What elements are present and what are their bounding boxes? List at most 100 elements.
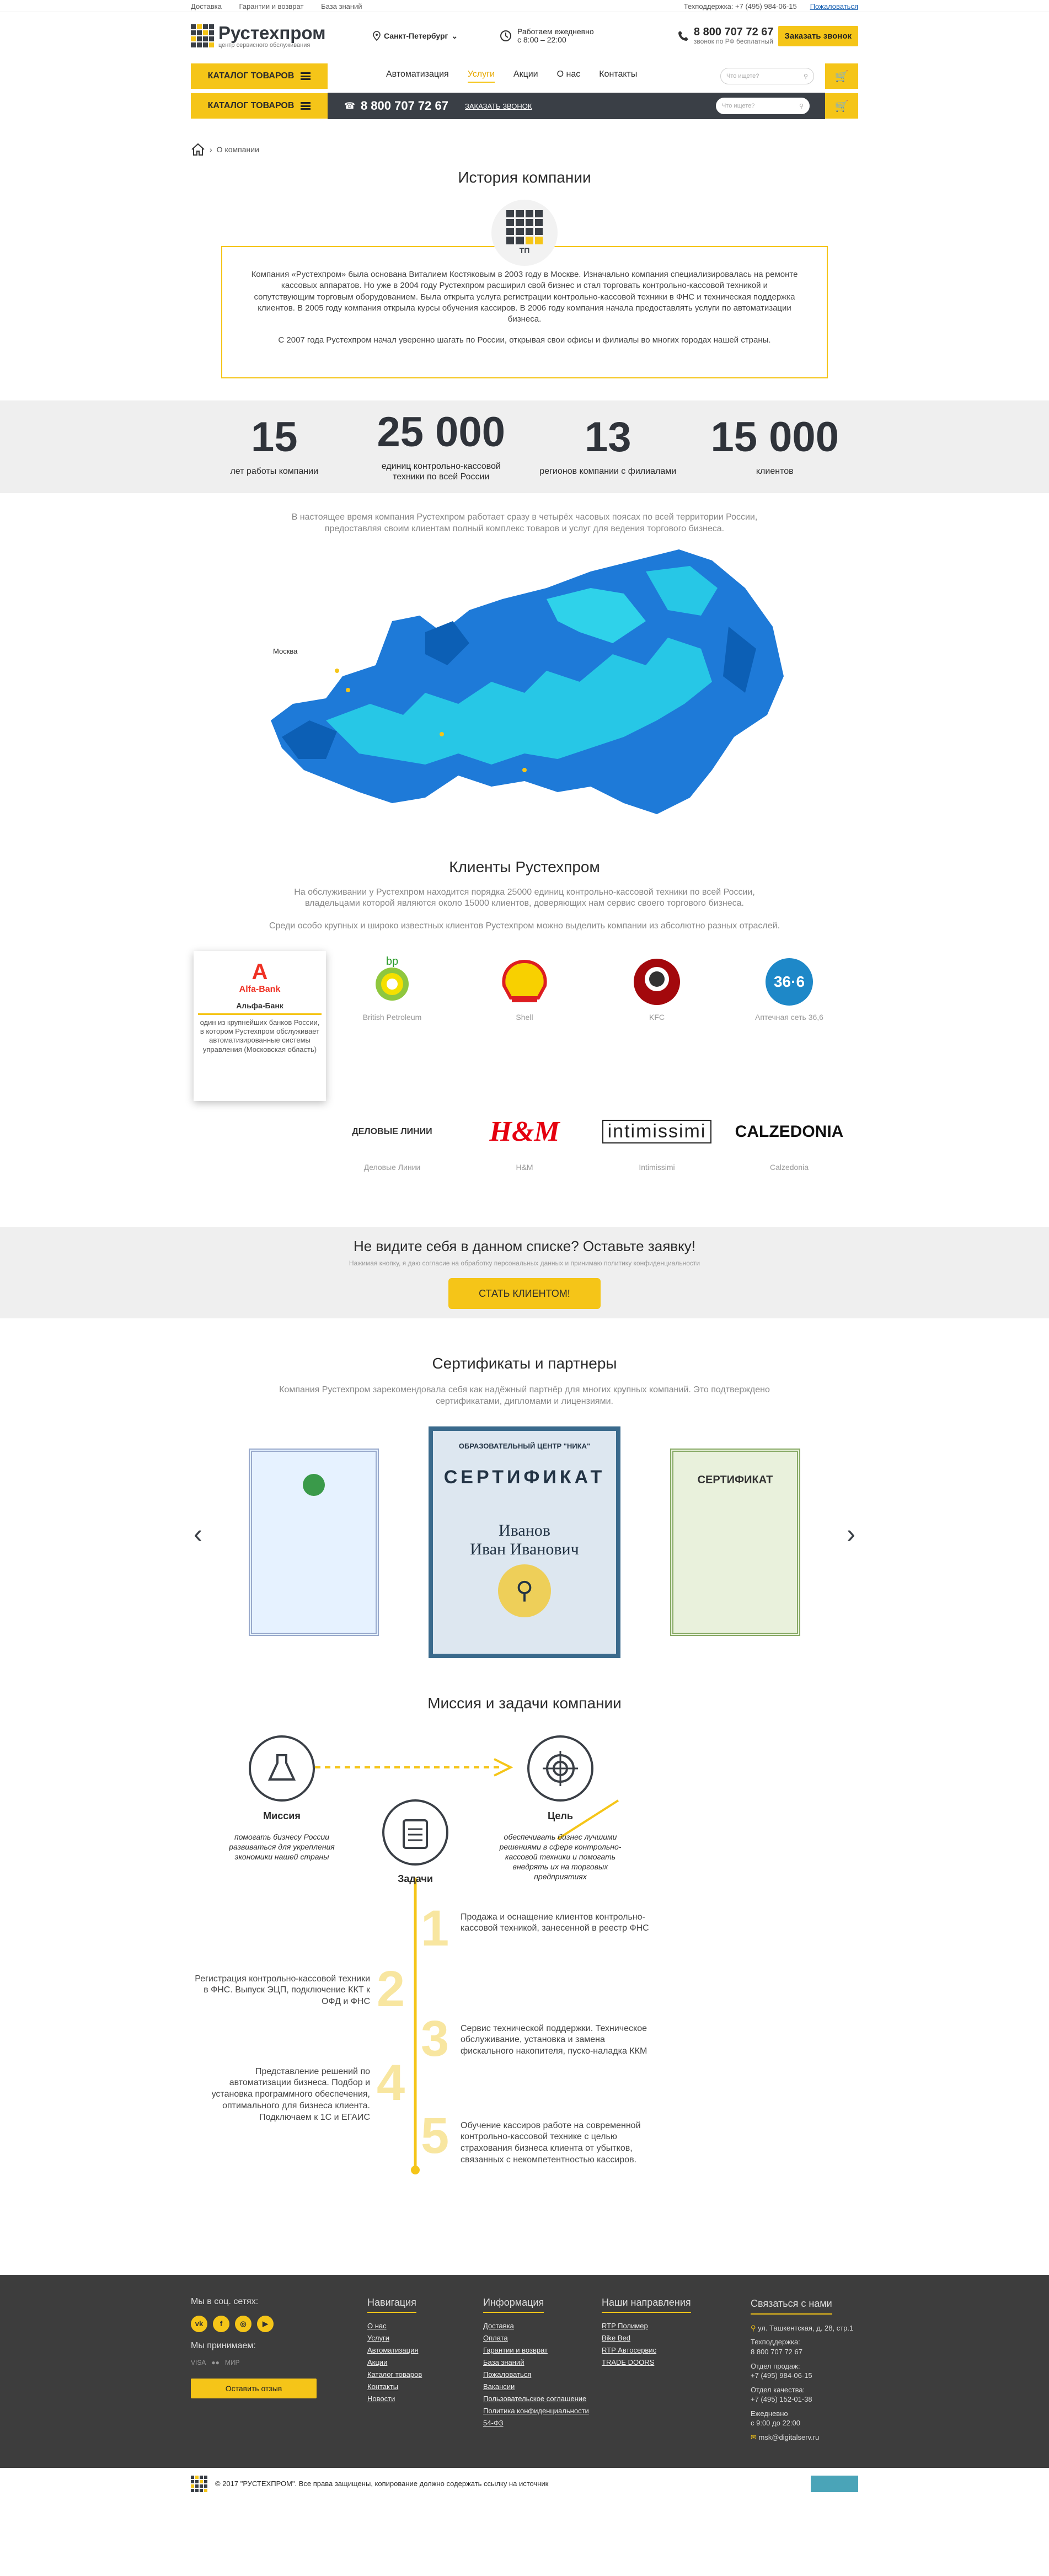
- phone-number[interactable]: 8 800 707 72 67: [694, 26, 774, 38]
- bp-logo: bp: [386, 955, 399, 968]
- sticky-call-link[interactable]: ЗАКАЗАТЬ ЗВОНОК: [465, 102, 532, 110]
- breadcrumb-current: О компании: [216, 145, 259, 154]
- stat-devices: 25 000 единиц контрольно-кассовой техники…: [367, 411, 516, 482]
- client-name: Intimissimi: [639, 1162, 675, 1172]
- footer-link[interactable]: Доставка: [483, 2322, 602, 2330]
- kfc-logo-icon: [634, 958, 680, 1005]
- menu-icon: [301, 72, 311, 80]
- top-link-delivery[interactable]: Доставка: [191, 2, 222, 10]
- footer-link[interactable]: RTP Автосервис: [602, 2346, 751, 2354]
- mission-diagram: Миссия помогать бизнесу России развивать…: [194, 1712, 855, 2209]
- stat-clients: 15 000 клиентов: [700, 416, 849, 477]
- nav-item-services[interactable]: Услуги: [467, 70, 495, 83]
- footer-email[interactable]: ✉ msk@digitalserv.ru: [751, 2433, 858, 2443]
- feedback-button[interactable]: Оставить отзыв: [191, 2378, 317, 2398]
- call-request-button[interactable]: Заказать звонок: [778, 25, 858, 46]
- nav-item-promotions[interactable]: Акции: [513, 70, 538, 83]
- location-pin-icon: ⚲: [751, 2323, 758, 2332]
- mission-flask-icon: [249, 1735, 315, 1802]
- client-shell[interactable]: Shell: [458, 951, 591, 1033]
- history-paragraph-2: С 2007 года Рустехпром начал уверенно ша…: [278, 335, 771, 345]
- footer-link[interactable]: TRADE DOORS: [602, 2358, 751, 2366]
- nav-item-contacts[interactable]: Контакты: [599, 70, 637, 83]
- top-link-warranty[interactable]: Гарантии и возврат: [239, 2, 303, 10]
- search-placeholder: Что ищете?: [726, 73, 759, 79]
- stat-label: клиентов: [756, 467, 794, 477]
- footer-link[interactable]: Оплата: [483, 2334, 602, 2342]
- carousel-prev-arrow-icon[interactable]: ‹: [194, 1519, 202, 1549]
- sticky-search-input[interactable]: Что ищете? ⚲: [716, 98, 810, 114]
- search-input[interactable]: Что ищете? ⚲: [720, 68, 814, 84]
- carousel-next-arrow-icon[interactable]: ›: [847, 1519, 855, 1549]
- vk-icon[interactable]: vk: [191, 2315, 207, 2332]
- sticky-phone[interactable]: 8 800 707 72 67: [361, 99, 448, 113]
- footer-quality-phone[interactable]: +7 (495) 152-01-38: [751, 2395, 858, 2404]
- footer-link[interactable]: Гарантии и возврат: [483, 2346, 602, 2354]
- footer-daily-hours: с 9:00 до 22:00: [751, 2419, 800, 2428]
- nav-item-automation[interactable]: Автоматизация: [386, 70, 449, 83]
- task-1: Продажа и оснащение клиентов контрольно-…: [461, 1912, 649, 1933]
- client-alfa-bank[interactable]: А Alfa-Bank Альфа-Банк один из крупнейши…: [194, 950, 326, 1101]
- footer-link[interactable]: Автоматизация: [367, 2346, 483, 2354]
- sticky-cart-button[interactable]: 🛒: [825, 93, 858, 119]
- sticky-catalog-button[interactable]: КАТАЛОГ ТОВАРОВ: [191, 93, 328, 119]
- client-36-6[interactable]: 36·6 Аптечная сеть 36,6: [723, 951, 855, 1033]
- client-bp[interactable]: bp British Petroleum: [326, 951, 458, 1033]
- alfa-bank-logo-icon: А: [251, 959, 268, 984]
- footer-link[interactable]: Каталог товаров: [367, 2370, 483, 2379]
- complain-link[interactable]: Пожаловаться: [810, 2, 858, 10]
- stat-years: 15 лет работы компании: [200, 416, 349, 477]
- footer-link[interactable]: Вакансии: [483, 2382, 602, 2391]
- mission-label: Миссия: [263, 1810, 301, 1821]
- footer-link[interactable]: Контакты: [367, 2382, 483, 2391]
- catalog-button[interactable]: КАТАЛОГ ТОВАРОВ: [191, 63, 328, 89]
- home-icon[interactable]: [191, 143, 205, 156]
- client-intimissimi[interactable]: intimissimi Intimissimi: [591, 1101, 723, 1183]
- catalog-label: КАТАЛОГ ТОВАРОВ: [207, 71, 295, 81]
- footer-link[interactable]: Политика конфиденциальности: [483, 2407, 602, 2415]
- footer-link[interactable]: Пользовательское соглашение: [483, 2395, 602, 2403]
- map-intro: В настоящее время компания Рустехпром ра…: [291, 512, 758, 533]
- certs-title: Сертификаты и партнеры: [432, 1354, 617, 1372]
- developer-badge-icon[interactable]: [811, 2475, 858, 2492]
- footer-link[interactable]: Пожаловаться: [483, 2370, 602, 2379]
- footer-support-phone[interactable]: 8 800 707 72 67: [751, 2347, 858, 2357]
- footer: Мы в соц. сетях: vk f ◎ ▶ Мы принимаем: VIS…: [0, 2274, 1049, 2468]
- footer-link[interactable]: Новости: [367, 2395, 483, 2403]
- client-kfc[interactable]: KFC: [591, 951, 723, 1033]
- support-phone[interactable]: Техподдержка: +7 (495) 984-06-15: [684, 2, 797, 10]
- footer-link[interactable]: RTP Полимер: [602, 2322, 751, 2330]
- facebook-icon[interactable]: f: [213, 2315, 229, 2332]
- city-selector[interactable]: Санкт-Петербург ⌄: [373, 31, 500, 41]
- sticky-cart-icon: 🛒: [834, 100, 849, 113]
- certificate-left[interactable]: [249, 1448, 379, 1636]
- logo[interactable]: Рустехпром центр сервисного обслуживания: [191, 24, 373, 49]
- youtube-icon[interactable]: ▶: [257, 2315, 274, 2332]
- client-delovye-linii[interactable]: ДЕЛОВЫЕ ЛИНИИ Деловые Линии: [326, 1101, 458, 1183]
- goal-target-icon: [527, 1735, 593, 1802]
- stat-number: 25 000: [377, 408, 505, 456]
- certificate-main[interactable]: ОБРАЗОВАТЕЛЬНЫЙ ЦЕНТР "НИКА" СЕРТИФИКАТ …: [429, 1426, 620, 1658]
- header: Рустехпром центр сервисного обслуживания…: [0, 12, 1049, 60]
- instagram-icon[interactable]: ◎: [235, 2315, 251, 2332]
- phone-icon: [678, 31, 688, 41]
- alfa-bank-logo: Alfa-Bank: [239, 984, 281, 994]
- become-client-button[interactable]: СТАТЬ КЛИЕНТОМ!: [448, 1278, 601, 1309]
- footer-link[interactable]: Bike Bed: [602, 2334, 751, 2342]
- client-calzedonia[interactable]: CALZEDONIA Calzedonia: [723, 1101, 855, 1183]
- footer-link[interactable]: 54-ФЗ: [483, 2419, 602, 2427]
- top-link-knowledge[interactable]: База знаний: [321, 2, 362, 10]
- work-hours: Работаем ежедневно с 8:00 – 22:00: [500, 27, 649, 45]
- cart-button[interactable]: 🛒: [825, 63, 858, 89]
- russia-map-graphic: [271, 549, 784, 814]
- footer-sales-phone[interactable]: +7 (495) 984-06-15: [751, 2371, 858, 2381]
- stat-number: 13: [584, 414, 631, 461]
- footer-link[interactable]: Акции: [367, 2358, 483, 2366]
- zoom-icon[interactable]: ⚲: [498, 1564, 551, 1617]
- nav-item-about[interactable]: О нас: [557, 70, 581, 83]
- client-hm[interactable]: H&M H&M: [458, 1101, 591, 1183]
- certificate-right[interactable]: СЕРТИФИКАТ: [670, 1448, 800, 1636]
- footer-link[interactable]: О нас: [367, 2322, 483, 2330]
- footer-link[interactable]: Услуги: [367, 2334, 483, 2342]
- footer-link[interactable]: База знаний: [483, 2358, 602, 2366]
